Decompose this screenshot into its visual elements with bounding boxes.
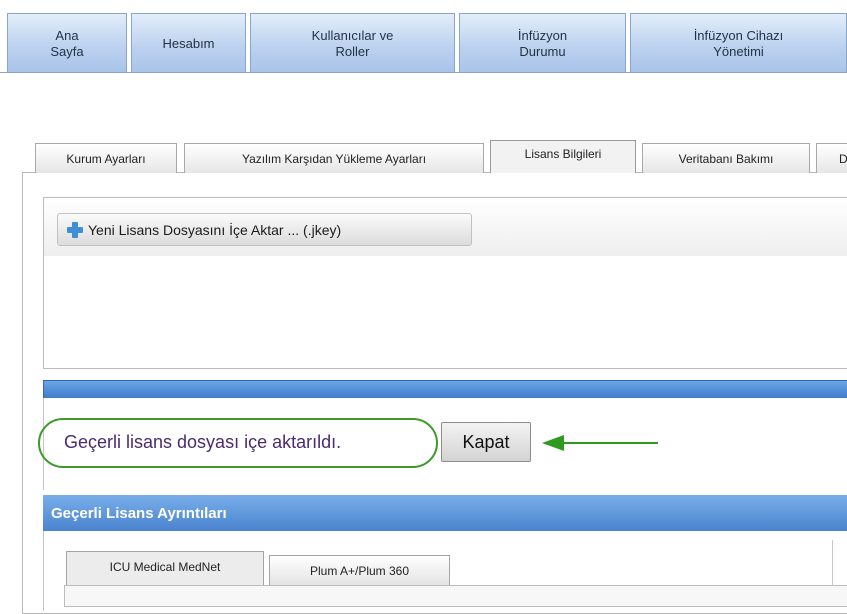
tab-database-maintenance[interactable]: Veritabanı Bakımı xyxy=(642,143,810,173)
arrow-left-icon xyxy=(542,435,658,451)
tab-plum-a-plus-360-label: Plum A+/Plum 360 xyxy=(309,563,410,578)
import-license-label: Yeni Lisans Dosyasını İçe Aktar ... (.jk… xyxy=(88,221,342,238)
tab-software-download-settings-label: Yazılım Karşıdan Yükleme Ayarları xyxy=(241,151,427,166)
import-success-message: Geçerli lisans dosyası içe aktarıldı. xyxy=(64,432,342,452)
nav-tab-infusion-status-label: İnfüzyon Durumu xyxy=(517,27,568,59)
license-details-title: Geçerli Lisans Ayrıntıları xyxy=(51,504,227,522)
tab-license-info[interactable]: Lisans Bilgileri xyxy=(490,140,636,173)
import-license-button[interactable]: Yeni Lisans Dosyasını İçe Aktar ... (.jk… xyxy=(57,213,472,246)
nav-tab-infusion-status[interactable]: İnfüzyon Durumu xyxy=(459,13,626,73)
nav-tab-infusion-device-management[interactable]: İnfüzyon Cihazı Yönetimi xyxy=(630,13,847,73)
tab-database-maintenance-label: Veritabanı Bakımı xyxy=(678,151,774,166)
nav-tab-my-account-label: Hesabım xyxy=(162,35,215,51)
tab-license-info-label: Lisans Bilgileri xyxy=(524,147,602,161)
tab-institution-settings[interactable]: Kurum Ayarları xyxy=(35,143,177,173)
nav-tab-home[interactable]: Ana Sayfa xyxy=(7,13,127,73)
tab-icu-medical-mednet-label: ICU Medical MedNet xyxy=(109,560,221,574)
license-details-header: Geçerli Lisans Ayrıntıları xyxy=(43,495,847,531)
close-button[interactable]: Kapat xyxy=(441,422,531,462)
details-divider xyxy=(832,540,833,590)
tab-overflow-label: D xyxy=(839,151,847,166)
nav-tab-users-roles[interactable]: Kullanıcılar ve Roller xyxy=(250,13,455,73)
tab-institution-settings-label: Kurum Ayarları xyxy=(66,151,146,166)
nav-tab-users-roles-label: Kullanıcılar ve Roller xyxy=(311,27,394,59)
plus-icon xyxy=(66,221,84,239)
nav-tab-home-label: Ana Sayfa xyxy=(50,27,84,59)
nav-divider xyxy=(0,72,847,73)
top-navigation: Ana Sayfa Hesabım Kullanıcılar ve Roller… xyxy=(0,0,847,80)
nav-tab-my-account[interactable]: Hesabım xyxy=(131,13,246,73)
tab-plum-a-plus-360[interactable]: Plum A+/Plum 360 xyxy=(269,555,450,585)
license-tab-content xyxy=(64,585,847,607)
nav-tab-infusion-device-management-label: İnfüzyon Cihazı Yönetimi xyxy=(693,27,784,59)
tab-overflow[interactable]: D xyxy=(816,143,847,173)
tab-software-download-settings[interactable]: Yazılım Karşıdan Yükleme Ayarları xyxy=(184,143,484,173)
tab-icu-medical-mednet[interactable]: ICU Medical MedNet xyxy=(66,551,264,585)
status-bar xyxy=(43,380,847,400)
